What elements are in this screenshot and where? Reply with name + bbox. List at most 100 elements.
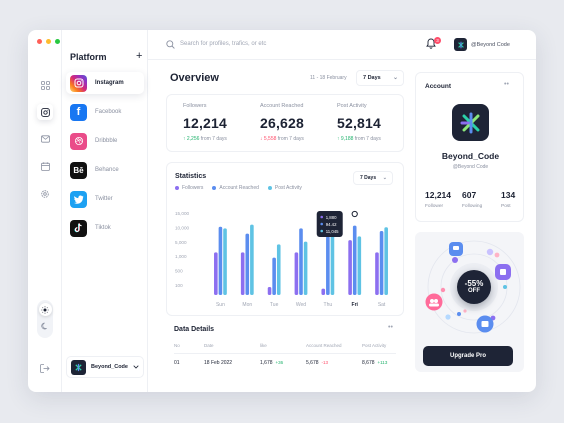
grid-icon[interactable] <box>37 77 53 93</box>
tiktok-logo-icon <box>70 219 87 237</box>
x-tick-label: Tue <box>270 302 279 308</box>
legend-label: Post Activity <box>274 185 302 191</box>
details-table: No Date like Account Reached Post Activi… <box>174 343 396 366</box>
platform-label: Facebook <box>95 109 122 115</box>
facebook-logo-icon: f <box>70 103 87 121</box>
dashboard-window: Platform + Instagram f Facebook Dribbble… <box>28 30 536 392</box>
statistics-card: Statistics 7 Days ⌄ Followers Account Re… <box>166 162 404 316</box>
platform-label: Dribbble <box>95 138 118 144</box>
reached-delta: -13 <box>321 360 329 365</box>
table-cell: 1,678 +36 <box>260 360 306 366</box>
account-stat-value: 607 <box>462 190 477 200</box>
statistics-chart[interactable]: 15,000 10,000 5,000 1,000 500 100 Sun Mon Tue Wed… <box>167 197 403 317</box>
tooltip-value: 11,045 <box>326 229 339 234</box>
discount-badge: -55% OFF <box>457 270 491 304</box>
tooltip-value: 1,880 <box>326 215 337 220</box>
chart-bar <box>384 227 388 295</box>
account-more-button[interactable]: •• <box>504 81 509 88</box>
platform-label: Instagram <box>95 80 124 86</box>
legend-account-reached[interactable]: Account Reached <box>212 185 259 191</box>
brand-logo-icon <box>460 112 479 133</box>
account-handle: @Beyond Code <box>452 164 489 170</box>
account-title: Account <box>425 83 451 90</box>
platform-item-twitter[interactable]: Twitter <box>66 188 144 210</box>
chart-bar <box>245 233 250 295</box>
behance-logo-icon: Bē <box>70 161 87 179</box>
stat-label: Followers <box>183 103 207 109</box>
details-title: Data Details <box>174 326 215 333</box>
upgrade-card: -55% OFF Upgrade Pro <box>415 232 524 372</box>
details-more-button[interactable]: •• <box>388 324 393 331</box>
table-cell: 5,678 -13 <box>306 360 362 366</box>
calendar-icon[interactable] <box>37 158 53 174</box>
tooltip-dot <box>320 215 324 219</box>
x-tick-label: Wed <box>296 302 306 308</box>
table-header-cell: No <box>174 343 180 348</box>
platform-item-tiktok[interactable]: Tiktok <box>66 217 144 239</box>
y-tick-label: 100 <box>175 283 183 288</box>
activity-delta: +113 <box>377 360 388 365</box>
top-bar: Search for profiles, trafics, or etc 3 @… <box>148 30 536 60</box>
stat-post-activity: Post Activity 52,814 ↑ 9,188 from 7 days <box>337 103 413 142</box>
stat-delta-value: 5,558 <box>263 136 277 142</box>
legend-followers[interactable]: Followers <box>175 185 203 191</box>
platform-item-behance[interactable]: Bē Behance <box>66 159 144 181</box>
search-icon <box>166 40 175 49</box>
stat-delta: ↑ 9,188 from 7 days <box>337 136 413 142</box>
days-select-value: 7 Days <box>363 75 381 81</box>
chart-bar <box>348 240 352 295</box>
upgrade-pro-button[interactable]: Upgrade Pro <box>423 346 513 366</box>
discount-off: OFF <box>468 288 480 295</box>
y-tick-label: 10,000 <box>175 225 189 230</box>
sun-icon[interactable] <box>38 303 52 317</box>
page-title: Overview <box>170 72 219 84</box>
users-bubble-icon <box>425 293 443 311</box>
account-stat-post: 134 Post <box>501 190 515 209</box>
table-header-cell: Date <box>204 343 214 348</box>
platform-label: Twitter <box>95 196 113 202</box>
legend-dot <box>267 186 272 190</box>
table-header-cell: like <box>260 343 267 348</box>
top-user-menu[interactable]: @Beyond Code <box>454 38 510 51</box>
chart-hover-point <box>351 210 358 218</box>
chart-bar <box>303 241 308 295</box>
platform-item-dribbble[interactable]: Dribbble <box>66 130 144 152</box>
logout-icon[interactable] <box>37 360 53 376</box>
account-stat-following: 607 Following <box>462 190 482 209</box>
settings-icon[interactable] <box>37 186 53 202</box>
instagram-icon[interactable] <box>37 104 53 120</box>
search-input[interactable]: Search for profiles, trafics, or etc <box>180 41 266 47</box>
platform-item-instagram[interactable]: Instagram <box>66 72 144 94</box>
table-row[interactable]: 01 18 Feb 2022 1,678 +36 5,678 -13 8,678 +1… <box>174 360 396 366</box>
x-tick-label: Thu <box>324 302 333 308</box>
arrow-up-icon: ↑ <box>183 136 186 142</box>
like-delta: +36 <box>275 360 284 365</box>
stat-value: 26,628 <box>260 115 305 131</box>
chart-bar <box>218 226 223 295</box>
add-platform-button[interactable]: + <box>136 50 142 62</box>
box-bubble-icon <box>476 315 494 333</box>
stat-label: Account Reached <box>260 103 304 109</box>
legend-post-activity[interactable]: Post Activity <box>267 185 302 191</box>
chart-bar <box>240 252 245 295</box>
notification-badge: 3 <box>434 37 441 44</box>
theme-toggle[interactable] <box>37 300 53 338</box>
platform-panel: Platform + Instagram f Facebook Dribbble… <box>62 30 148 392</box>
table-header: No Date like Account Reached Post Activi… <box>174 343 396 348</box>
chart-bar <box>250 224 254 295</box>
brand-logo-icon <box>71 359 86 375</box>
platform-item-facebook[interactable]: f Facebook <box>66 101 144 123</box>
mail-icon[interactable] <box>37 131 53 147</box>
statistics-days-select[interactable]: 7 Days ⌄ <box>353 171 393 185</box>
legend-dot <box>175 186 179 190</box>
table-cell: 8,678 +113 <box>362 360 396 366</box>
tooltip-value: 94.42 <box>326 222 337 227</box>
days-select[interactable]: 7 Days ⌄ <box>356 70 404 86</box>
legend-dot <box>212 186 217 190</box>
moon-icon[interactable] <box>41 317 49 335</box>
platform-label: Tiktok <box>95 225 111 231</box>
account-avatar <box>452 104 489 141</box>
profile-switcher[interactable]: Beyond_Code <box>66 356 144 378</box>
stat-delta-suffix: from 7 days <box>277 136 304 142</box>
discount-percent: -55% <box>464 278 484 288</box>
